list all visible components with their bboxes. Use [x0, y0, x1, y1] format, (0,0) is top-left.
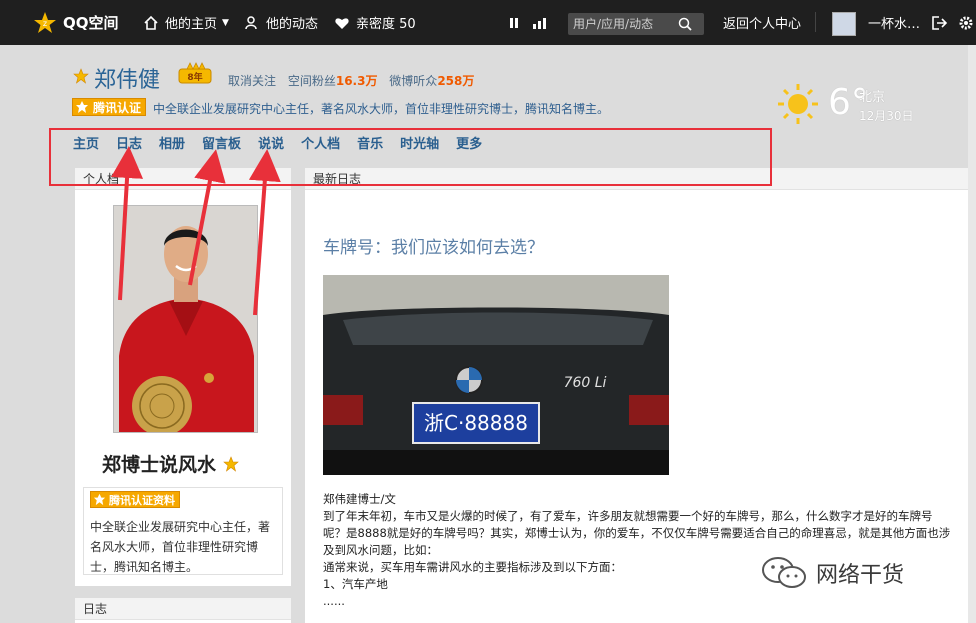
brand-label: QQ空间	[63, 14, 119, 32]
weather-city: 北京	[859, 90, 886, 105]
article-title[interactable]: 车牌号：我们应该如何去选？	[323, 233, 544, 258]
blog-panel-title: 日志	[75, 598, 291, 620]
search-icon[interactable]	[678, 17, 692, 31]
cert-star-icon	[76, 101, 88, 113]
qzone-star-icon: z	[34, 11, 56, 33]
intimacy-label: 亲密度 50	[356, 17, 416, 32]
tencent-cert-badge[interactable]: 腾讯认证	[72, 98, 147, 116]
gear-icon	[959, 16, 973, 29]
his-feed-label: 他的动态	[266, 17, 319, 32]
cert-description: 中全联企业发展研究中心主任，著名风水大师，首位非理性研究博士，腾讯知名博主。	[153, 102, 610, 116]
yellow-star-icon	[222, 456, 239, 472]
cert-info-label: 腾讯认证资料	[109, 493, 175, 507]
intimacy-link[interactable]: 亲密度 50	[334, 0, 416, 45]
search-input[interactable]	[568, 17, 678, 31]
fans-value: 16.3万	[335, 74, 378, 88]
weather-date: 12月30日	[859, 109, 914, 123]
pause-icon	[510, 17, 518, 28]
article-image[interactable]: 760 Li 浙C·88888	[323, 275, 669, 475]
heart-icon	[335, 17, 349, 29]
scrollbar[interactable]	[968, 45, 976, 623]
his-home-menu[interactable]: 他的主页 ▼	[143, 0, 229, 45]
follow-stats: 取消关注 空间粉丝16.3万 微博听众258万	[228, 72, 474, 89]
logout-button[interactable]	[930, 0, 948, 45]
profile-photo[interactable]	[113, 205, 258, 433]
article-ellipsis: ......	[323, 594, 345, 608]
annotation-highlight-box	[49, 128, 772, 186]
svg-text:z: z	[43, 19, 47, 28]
article-paragraph: 到了年末年初，车市又是火爆的时候了，有了爱车，许多朋友就想需要一个好的车牌号，那…	[323, 509, 951, 557]
wechat-icon	[762, 557, 806, 588]
top-bar: z QQ空间 他的主页 ▼ 他的动态 亲密度 50 返回个人中心 一杯水…	[0, 0, 976, 45]
pause-button[interactable]	[508, 0, 520, 45]
profile-panel: 个人档 郑博士说风水 腾讯认证资料 中全联企业发展研究中心主任，著名风水大师，首…	[75, 168, 291, 586]
divider	[815, 12, 816, 32]
search-box[interactable]	[568, 13, 704, 35]
settings-button[interactable]	[958, 0, 974, 45]
user-nick-label: 一杯水…	[868, 17, 921, 32]
logout-icon	[932, 15, 948, 30]
unfollow-link[interactable]: 取消关注	[228, 74, 276, 88]
space-name-label: 郑博士说风水	[102, 454, 217, 476]
cert-info-text: 中全联企业发展研究中心主任，著名风水大师，首位非理性研究博士，腾讯知名博主。	[90, 520, 271, 574]
fans-label: 空间粉丝	[287, 74, 336, 88]
profile-name[interactable]: 郑伟健	[94, 62, 160, 94]
year-badge-label: 8年	[187, 71, 202, 83]
plate-text: 浙C·88888	[424, 411, 528, 435]
home-icon	[144, 15, 158, 30]
stats-button[interactable]	[532, 0, 548, 45]
person-icon	[245, 15, 257, 29]
weibo-value: 258万	[437, 74, 475, 88]
user-avatar[interactable]	[832, 12, 856, 36]
blog-panel: 日志	[75, 598, 291, 623]
his-home-label: 他的主页	[165, 17, 218, 32]
space-name: 郑博士说风水	[102, 450, 239, 477]
return-center-label: 返回个人中心	[723, 17, 802, 32]
qzone-logo[interactable]: z QQ空间	[33, 0, 119, 45]
article-author: 郑伟建博士/文	[323, 492, 396, 506]
chevron-down-icon: ▼	[222, 17, 229, 28]
watermark-text: 网络干货	[816, 563, 905, 588]
his-feed-link[interactable]: 他的动态	[244, 0, 318, 45]
cert-info-badge[interactable]: 腾讯认证资料	[90, 491, 180, 508]
cert-info-box: 腾讯认证资料 中全联企业发展研究中心主任，著名风水大师，首位非理性研究博士，腾讯…	[83, 487, 283, 575]
user-nick-link[interactable]: 一杯水…	[868, 0, 920, 45]
article-body: 郑伟建博士/文 到了年末年初，车市又是火爆的时候了，有了爱车，许多朋友就想需要一…	[323, 491, 953, 610]
cert-label: 腾讯认证	[93, 100, 142, 115]
return-center-link[interactable]: 返回个人中心	[723, 0, 801, 45]
sun-icon	[778, 84, 818, 124]
yellow-star-icon	[73, 68, 89, 84]
watermark: 网络干货	[760, 555, 904, 591]
cert-star-icon	[93, 493, 106, 506]
crown-badge-icon: 8年	[178, 62, 212, 84]
portrait-image	[114, 206, 257, 432]
car-photo: 760 Li 浙C·88888	[323, 275, 669, 475]
bar-chart-icon	[533, 17, 546, 29]
car-model-text: 760 Li	[564, 375, 607, 391]
weibo-label: 微博听众	[389, 74, 438, 88]
